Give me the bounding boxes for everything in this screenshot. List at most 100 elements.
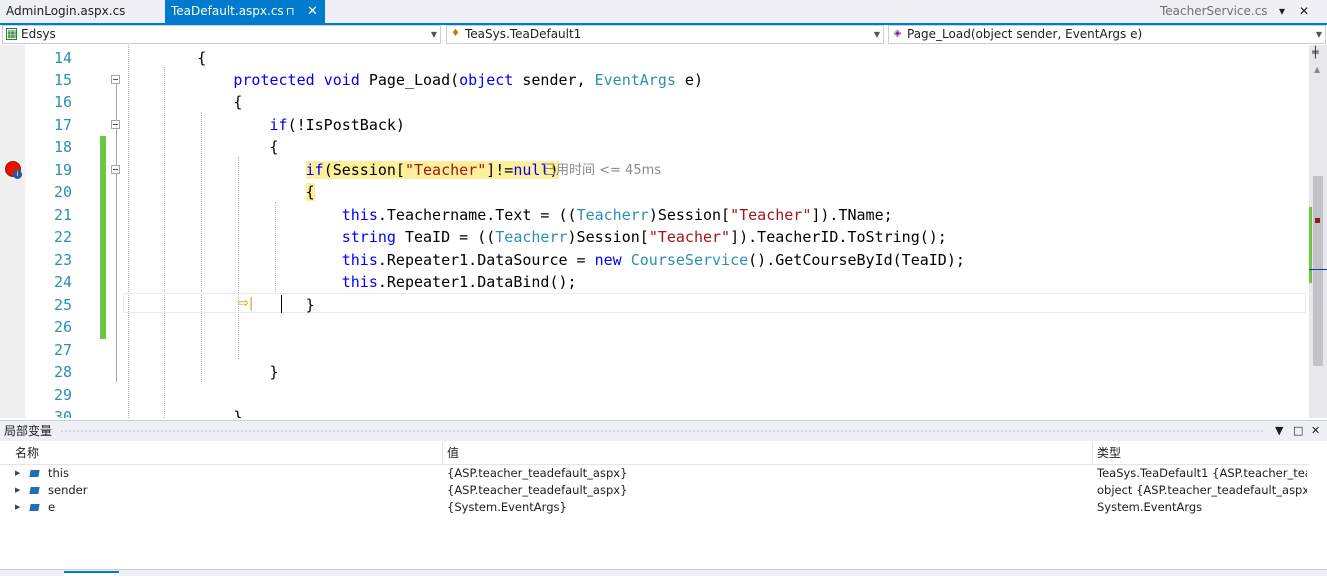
line-number: 22 — [53, 228, 72, 246]
line-number: 18 — [53, 138, 72, 156]
project-dropdown[interactable]: ▦ Edsys ▼ — [2, 25, 441, 44]
expand-arrow-icon[interactable]: ▶ — [15, 465, 20, 482]
pin-icon[interactable]: ⊓ — [286, 0, 295, 23]
code-editor[interactable]: i 14 15 16 17 18 19 20 21 22 23 24 25 26… — [0, 45, 1327, 418]
split-window-icon[interactable]: ╪ — [1312, 47, 1319, 59]
scrollbar-thumb[interactable] — [1313, 176, 1323, 366]
editor-vertical-scrollbar[interactable]: ╪ ▲ — [1309, 45, 1327, 418]
line-number: 27 — [53, 341, 72, 359]
line-number: 24 — [53, 273, 72, 291]
member-dropdown-value: Page_Load(object sender, EventArgs e) — [907, 27, 1143, 41]
member-dropdown[interactable]: ◈ Page_Load(object sender, EventArgs e) … — [888, 25, 1326, 44]
locals-row[interactable]: ▶ this {ASP.teacher_teadefault_aspx} Tea… — [0, 465, 1309, 482]
next-statement-icon[interactable]: ⇨| — [238, 297, 253, 310]
close-icon[interactable]: ✕ — [307, 0, 318, 23]
variable-icon — [29, 504, 40, 511]
chevron-down-icon: ▼ — [873, 30, 880, 39]
column-header-type[interactable]: 类型 — [1097, 442, 1121, 464]
line-number: 30 — [53, 408, 72, 418]
collapse-icon[interactable] — [111, 120, 120, 129]
code-line-17: if(!IsPostBack) — [269, 116, 405, 134]
outline-line — [116, 129, 117, 165]
code-line-25: } — [125, 296, 315, 314]
indicator-margin[interactable] — [0, 45, 25, 418]
variable-type: System.EventArgs — [1097, 500, 1203, 514]
navigation-bar: ▦ Edsys ▼ ♦ TeaSys.TeaDefault1 ▼ ◈ Page_… — [0, 25, 1327, 46]
locals-titlebar[interactable]: 局部变量 ▼ □ ✕ — [0, 421, 1327, 441]
breakpoint-map-marker — [1315, 218, 1320, 223]
variable-icon — [29, 470, 40, 477]
code-line-22: string TeaID = ((Teacherr)Session["Teach… — [341, 228, 947, 246]
close-panel-icon[interactable]: ✕ — [1311, 421, 1320, 441]
variable-type: TeaSys.TeaDefault1 {ASP.teacher_teade... — [1097, 466, 1307, 480]
locals-header-row: 名称 值 类型 — [0, 442, 1327, 465]
line-number: 28 — [53, 363, 72, 381]
code-line-16: { — [125, 93, 243, 111]
variable-type: object {ASP.teacher_teadefault_aspx} — [1097, 483, 1307, 497]
column-divider[interactable] — [1092, 442, 1093, 464]
line-number: 21 — [53, 206, 72, 224]
class-icon: ♦ — [451, 28, 460, 39]
variable-value[interactable]: {ASP.teacher_teadefault_aspx} — [447, 482, 627, 499]
line-number: 15 — [53, 71, 72, 89]
line-number: 14 — [53, 49, 72, 67]
scroll-up-icon[interactable]: ▲ — [1314, 65, 1320, 74]
variable-value[interactable]: {System.EventArgs} — [447, 499, 567, 516]
tab-teadefault[interactable]: TeaDefault.aspx.cs ⊓ ✕ — [165, 0, 325, 23]
expand-arrow-icon[interactable]: ▶ — [15, 482, 20, 499]
line-number: 23 — [53, 251, 72, 269]
variable-name: e — [48, 500, 56, 514]
chevron-down-icon: ▼ — [1315, 30, 1322, 39]
locals-vertical-scrollbar[interactable] — [1309, 464, 1327, 564]
code-line-19: if(Session["Teacher"]!=null) — [305, 161, 559, 179]
code-line-30: } — [125, 408, 243, 418]
code-line-21: this.Teachername.Text = ((Teacherr)Sessi… — [341, 206, 893, 224]
maximize-icon[interactable]: □ — [1293, 421, 1303, 441]
locals-window: 局部变量 ▼ □ ✕ 名称 值 类型 ▶ this {ASP.teacher_t… — [0, 420, 1327, 578]
document-tab-strip: AdminLogin.aspx.cs TeaDefault.aspx.cs ⊓ … — [0, 0, 1327, 25]
variable-value[interactable]: {ASP.teacher_teadefault_aspx} — [447, 465, 627, 482]
code-line-23: this.Repeater1.DataSource = new CourseSe… — [341, 251, 965, 269]
code-line-15: protected void Page_Load(object sender, … — [233, 71, 703, 89]
tab-label: TeaDefault.aspx.cs — [171, 4, 284, 18]
collapse-icon[interactable] — [111, 165, 120, 174]
window-position-dropdown-icon[interactable]: ▼ — [1275, 421, 1283, 441]
change-indicator — [100, 136, 106, 339]
tab-list-dropdown-icon[interactable]: ▾ — [1279, 0, 1285, 23]
tool-window-tab-strip — [0, 569, 1327, 578]
code-line-20: { — [305, 183, 315, 201]
variable-icon — [29, 487, 40, 494]
code-line-24: this.Repeater1.DataBind(); — [341, 273, 577, 291]
outline-line — [116, 174, 117, 382]
class-dropdown[interactable]: ♦ TeaSys.TeaDefault1 ▼ — [446, 25, 884, 44]
close-tab-icon[interactable]: ✕ — [1299, 0, 1309, 23]
change-map-marker — [1309, 207, 1312, 283]
tool-window-tab-locals[interactable] — [64, 571, 119, 578]
locals-row[interactable]: ▶ e {System.EventArgs} System.EventArgs — [0, 499, 1309, 516]
tab-teacherservice[interactable]: TeacherService.cs — [1160, 0, 1274, 23]
tab-label: AdminLogin.aspx.cs — [6, 4, 126, 18]
expand-arrow-icon[interactable]: ▶ — [15, 499, 20, 516]
locals-row[interactable]: ▶ sender {ASP.teacher_teadefault_aspx} o… — [0, 482, 1309, 499]
code-line-28: } — [125, 363, 279, 381]
caret-map-marker — [1309, 269, 1327, 270]
csharp-project-icon: ▦ — [6, 28, 17, 40]
line-number: 26 — [53, 318, 72, 336]
code-line-18: { — [125, 138, 279, 156]
line-number: 17 — [53, 116, 72, 134]
column-header-value[interactable]: 值 — [447, 442, 459, 464]
tab-adminlogin[interactable]: AdminLogin.aspx.cs — [0, 0, 165, 23]
column-divider[interactable] — [442, 442, 443, 464]
variable-name: sender — [48, 483, 88, 497]
perf-tip[interactable]: 已用时间 <= 45ms — [543, 160, 661, 182]
line-number: 19 — [53, 161, 72, 179]
chevron-down-icon: ▼ — [430, 30, 437, 39]
locals-title: 局部变量 — [4, 424, 53, 438]
line-number: 29 — [53, 386, 72, 404]
line-number: 20 — [53, 183, 72, 201]
collapse-icon[interactable] — [111, 75, 120, 84]
code-line-14: { — [125, 49, 207, 67]
method-icon: ◈ — [893, 28, 902, 39]
column-header-name[interactable]: 名称 — [15, 442, 39, 464]
outline-line — [116, 84, 117, 120]
